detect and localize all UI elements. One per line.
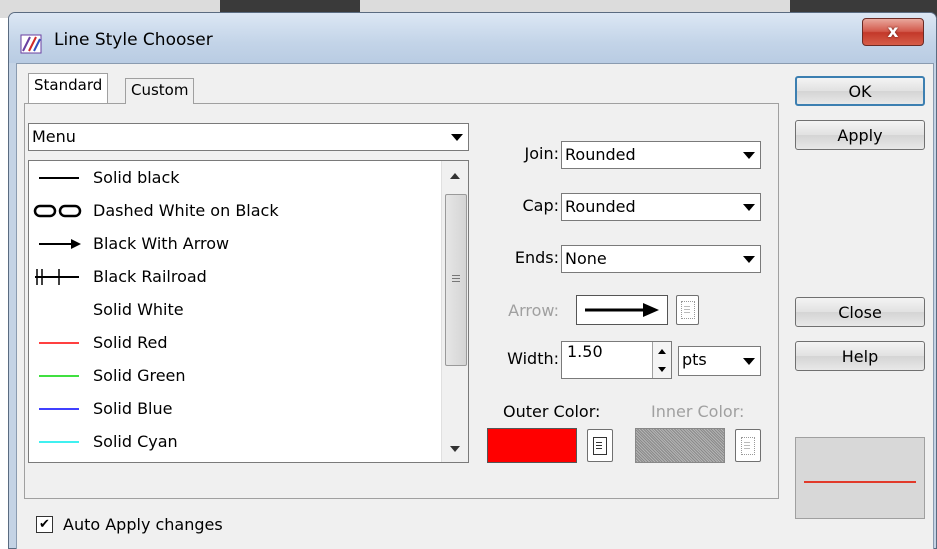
window-close-button[interactable]: x bbox=[862, 18, 924, 46]
line-style-app-icon bbox=[20, 34, 42, 54]
join-label: Join: bbox=[524, 144, 559, 163]
outer-color-swatch[interactable] bbox=[487, 428, 577, 463]
list-item-label: Solid Green bbox=[93, 365, 186, 385]
units-dropdown[interactable]: pts bbox=[678, 346, 761, 376]
arrow-right-icon bbox=[585, 303, 659, 317]
width-value[interactable]: 1.50 bbox=[567, 342, 603, 361]
stepper-down-icon[interactable] bbox=[652, 360, 671, 378]
list-item-label: Solid White bbox=[93, 299, 184, 319]
auto-apply-row[interactable]: ✔ Auto Apply changes bbox=[36, 515, 223, 534]
list-item-solid-white[interactable]: Solid White bbox=[33, 293, 184, 326]
list-item-solid-green[interactable]: Solid Green bbox=[33, 359, 186, 392]
width-label: Width: bbox=[507, 349, 559, 368]
line-preview bbox=[795, 437, 925, 519]
document-icon bbox=[680, 301, 695, 319]
scroll-up-arrow-icon[interactable] bbox=[450, 173, 460, 179]
list-item-label: Dashed White on Black bbox=[93, 200, 279, 220]
outer-color-label: Outer Color: bbox=[503, 402, 601, 421]
window-title: Line Style Chooser bbox=[54, 30, 213, 50]
red-line-swatch-icon bbox=[39, 341, 79, 344]
cap-value: Rounded bbox=[565, 197, 636, 216]
join-value: Rounded bbox=[565, 145, 636, 164]
auto-apply-label: Auto Apply changes bbox=[63, 515, 223, 534]
checkmark-icon: ✔ bbox=[39, 517, 50, 532]
list-item-solid-black[interactable]: Solid black bbox=[33, 161, 180, 194]
solid-line-swatch-icon bbox=[39, 176, 79, 179]
cap-dropdown[interactable]: Rounded bbox=[561, 193, 761, 221]
ends-value: None bbox=[565, 249, 607, 268]
arrow-label: Arrow: bbox=[508, 301, 559, 320]
style-category-value: Menu bbox=[32, 127, 76, 146]
list-item-black-railroad[interactable]: Black Railroad bbox=[33, 260, 207, 293]
scroll-down-arrow-icon[interactable] bbox=[450, 446, 460, 452]
stepper-up-icon[interactable] bbox=[652, 342, 671, 361]
dashed-line-swatch-icon bbox=[33, 204, 82, 217]
inner-color-label: Inner Color: bbox=[651, 402, 745, 421]
inner-color-swatch bbox=[635, 428, 725, 463]
green-line-swatch-icon bbox=[39, 374, 79, 377]
cyan-line-swatch-icon bbox=[39, 440, 79, 443]
ok-button[interactable]: OK bbox=[795, 76, 925, 106]
auto-apply-checkbox[interactable]: ✔ bbox=[36, 516, 53, 533]
white-line-swatch-icon bbox=[39, 308, 79, 311]
list-item-label: Black Railroad bbox=[93, 266, 207, 286]
preview-line bbox=[804, 481, 916, 483]
ends-label: Ends: bbox=[514, 248, 559, 267]
style-category-dropdown[interactable]: Menu bbox=[28, 123, 469, 151]
help-button[interactable]: Help bbox=[795, 341, 925, 371]
list-item-label: Solid Blue bbox=[93, 398, 173, 418]
chevron-down-icon[interactable] bbox=[738, 142, 760, 168]
units-value: pts bbox=[682, 350, 707, 369]
apply-button[interactable]: Apply bbox=[795, 120, 925, 150]
list-vertical-scrollbar[interactable] bbox=[441, 161, 468, 462]
chevron-down-icon[interactable] bbox=[446, 124, 468, 150]
list-item-solid-blue[interactable]: Solid Blue bbox=[33, 392, 172, 425]
tab-custom[interactable]: Custom bbox=[125, 78, 195, 104]
chevron-down-icon[interactable] bbox=[738, 347, 760, 375]
cap-label: Cap: bbox=[522, 196, 559, 215]
list-item-solid-red[interactable]: Solid Red bbox=[33, 326, 167, 359]
close-button[interactable]: Close bbox=[795, 297, 925, 327]
outer-color-picker-button[interactable] bbox=[587, 429, 613, 462]
list-item-label: Solid black bbox=[93, 167, 180, 187]
join-dropdown[interactable]: Rounded bbox=[561, 141, 761, 169]
width-stepper[interactable]: 1.50 bbox=[561, 341, 672, 379]
line-style-list[interactable]: Solid black Dashed White on Black Black … bbox=[28, 160, 469, 463]
arrow-picker-button[interactable] bbox=[676, 295, 699, 325]
list-item-label: Solid Red bbox=[93, 332, 168, 352]
blue-line-swatch-icon bbox=[39, 407, 79, 410]
arrow-style-preview[interactable] bbox=[576, 295, 668, 325]
chevron-down-icon[interactable] bbox=[738, 194, 760, 220]
list-item-black-with-arrow[interactable]: Black With Arrow bbox=[33, 227, 229, 260]
scrollbar-thumb[interactable] bbox=[445, 194, 467, 366]
list-item-label: Black With Arrow bbox=[93, 233, 230, 253]
tab-standard[interactable]: Standard bbox=[28, 73, 109, 103]
railroad-line-swatch-icon bbox=[35, 268, 79, 285]
list-item-label: Solid Cyan bbox=[93, 431, 178, 451]
list-item-dashed-white-on-black[interactable]: Dashed White on Black bbox=[33, 194, 279, 227]
chevron-down-icon[interactable] bbox=[738, 246, 760, 272]
inner-color-picker-button bbox=[735, 429, 761, 462]
document-icon bbox=[741, 436, 755, 455]
arrow-line-swatch-icon bbox=[39, 238, 81, 249]
document-icon bbox=[593, 436, 607, 455]
ends-dropdown[interactable]: None bbox=[561, 245, 761, 273]
list-item-solid-cyan[interactable]: Solid Cyan bbox=[33, 425, 178, 458]
